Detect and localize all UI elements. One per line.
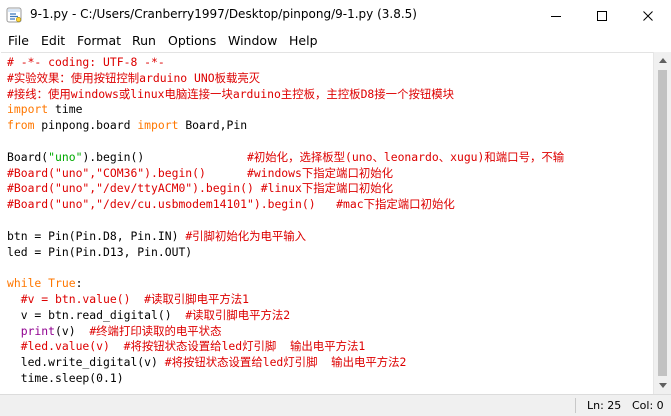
code-token: #led.value(v) #将按钮状态设置给led灯引脚 输出电平方法1 <box>7 339 366 354</box>
code-line: Board("uno").begin() #初始化，选择板型(uno、leona… <box>7 149 564 165</box>
code-token: Board( <box>7 149 49 164</box>
menu-bar: File Edit Format Run Options Window Help <box>0 31 671 51</box>
code-line: #接线：使用windows或linux电脑连接一块arduino主控板，主控板D… <box>7 86 454 102</box>
scroll-down-icon[interactable] <box>654 377 671 394</box>
code-token: #引脚初始化为电平输入 <box>185 228 307 243</box>
code-line: #实验效果：使用按钮控制arduino UNO板载亮灭 <box>7 70 260 86</box>
code-editor[interactable]: # -*- coding: UTF-8 -*- #实验效果：使用按钮控制ardui… <box>1 52 653 394</box>
status-line: Ln: 25 <box>587 399 622 412</box>
code-line: #v = btn.value() #读取引脚电平方法1 <box>7 291 249 307</box>
status-separator <box>575 398 576 413</box>
code-token: print <box>20 323 56 338</box>
code-line: time.sleep(0.1) <box>7 370 124 386</box>
code-line: led.write_digital(v) #将按钮状态设置给led灯引脚 输出电… <box>7 354 407 370</box>
code-token: #初始化，选择板型(uno、leonardo、xugu)和端口号，不输 <box>247 149 565 164</box>
code-line: import time <box>7 101 82 117</box>
code-token: # -*- coding: UTF-8 -*- <box>7 55 165 69</box>
code-token: (v) <box>55 323 90 338</box>
code-token: Board,Pin <box>178 118 248 133</box>
code-token: #Board("uno","COM36").begin() #windows下指… <box>7 165 394 180</box>
code-token: #读取引脚电平方法2 <box>185 307 291 322</box>
code-line: from pinpong.board import Board,Pin <box>7 117 247 133</box>
menu-options[interactable]: Options <box>168 33 216 48</box>
maximize-icon <box>597 10 607 21</box>
vertical-scrollbar[interactable] <box>653 52 671 394</box>
code-token: while <box>7 276 42 291</box>
code-token: led = Pin(Pin.D13, Pin.OUT) <box>7 244 193 259</box>
menu-file[interactable]: File <box>8 33 29 48</box>
menu-format[interactable]: Format <box>77 33 121 48</box>
code-token: #将按钮状态设置给led灯引脚 输出电平方法2 <box>164 355 407 370</box>
window-title: 9-1.py - C:/Users/Cranberry1997/Desktop/… <box>30 7 417 21</box>
code-token: True <box>48 276 76 291</box>
minimize-icon <box>551 15 561 17</box>
scroll-up-icon[interactable] <box>654 52 671 69</box>
minimize-button[interactable] <box>533 0 579 31</box>
menu-edit[interactable]: Edit <box>41 33 65 48</box>
code-token: "uno" <box>48 149 83 164</box>
close-icon <box>643 10 653 21</box>
code-token: #终端打印读取的电平状态 <box>89 323 222 338</box>
code-line: print(v) #终端打印读取的电平状态 <box>7 323 222 339</box>
code-token: led.write_digital(v) <box>7 355 165 370</box>
code-line: #led.value(v) #将按钮状态设置给led灯引脚 输出电平方法1 <box>7 338 366 354</box>
menu-help[interactable]: Help <box>289 33 318 48</box>
title-bar[interactable]: 9-1.py - C:/Users/Cranberry1997/Desktop/… <box>0 0 671 31</box>
close-button[interactable] <box>625 0 671 31</box>
python-idle-icon <box>6 7 22 23</box>
code-token: from <box>7 118 35 133</box>
code-token: pinpong.board <box>34 118 138 133</box>
status-col: Col: 0 <box>632 399 664 412</box>
code-token: v = btn.read_digital() <box>7 307 186 322</box>
code-token: time.sleep(0.1) <box>7 371 124 385</box>
code-token: #v = btn.value() #读取引脚电平方法1 <box>7 292 249 306</box>
code-token: #Board("uno","/dev/cu.usbmodem14101").be… <box>7 197 455 212</box>
code-token: import <box>7 102 49 117</box>
menu-run[interactable]: Run <box>132 33 156 48</box>
code-line: led = Pin(Pin.D13, Pin.OUT) <box>7 244 192 260</box>
code-line: # -*- coding: UTF-8 -*- <box>7 54 165 70</box>
code-line: #Board("uno","/dev/ttyACM0").begin() #li… <box>7 180 393 196</box>
status-bar: Ln: 25 Col: 0 <box>0 394 671 416</box>
code-token: : <box>75 276 83 291</box>
code-token: #实验效果：使用按钮控制arduino UNO板载亮灭 <box>7 70 261 85</box>
code-token: btn = Pin(Pin.D8, Pin.IN) <box>7 228 186 243</box>
menu-window[interactable]: Window <box>228 33 277 48</box>
code-line: while True: <box>7 275 82 291</box>
code-token: ).begin() <box>82 149 248 164</box>
code-line: v = btn.read_digital() #读取引脚电平方法2 <box>7 307 290 323</box>
code-line: #Board("uno","/dev/cu.usbmodem14101").be… <box>7 196 455 212</box>
code-line: #Board("uno","COM36").begin() #windows下指… <box>7 165 393 181</box>
scrollbar-thumb[interactable] <box>658 70 667 376</box>
maximize-button[interactable] <box>579 0 625 31</box>
code-token: #Board("uno","/dev/ttyACM0").begin() #li… <box>7 181 394 196</box>
code-token: time <box>48 102 83 117</box>
code-token: #接线：使用windows或linux电脑连接一块arduino主控板，主控板D… <box>7 86 455 101</box>
code-token: import <box>137 118 179 133</box>
code-line: btn = Pin(Pin.D8, Pin.IN) #引脚初始化为电平输入 <box>7 228 306 244</box>
